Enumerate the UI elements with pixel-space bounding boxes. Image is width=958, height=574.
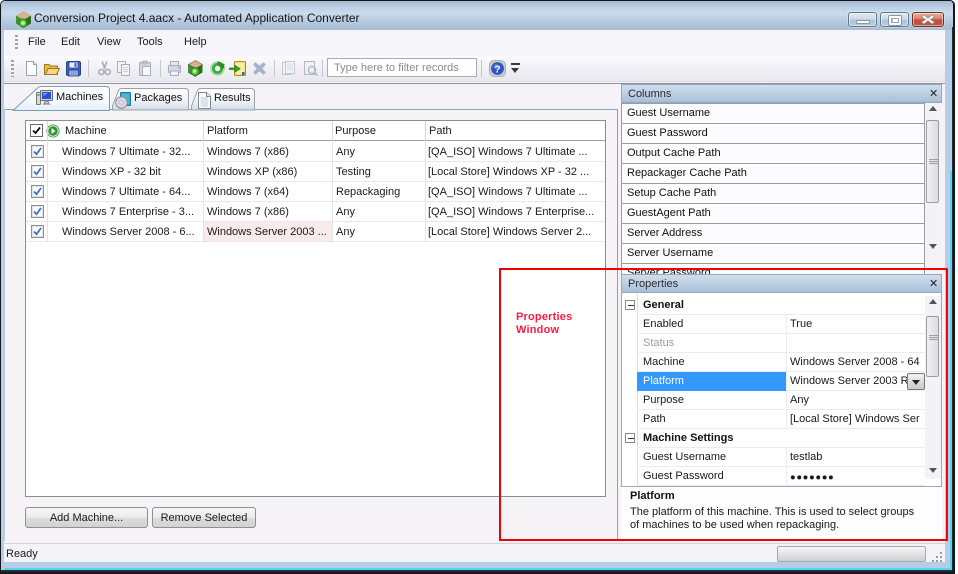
svg-text:?: ? xyxy=(494,63,500,75)
